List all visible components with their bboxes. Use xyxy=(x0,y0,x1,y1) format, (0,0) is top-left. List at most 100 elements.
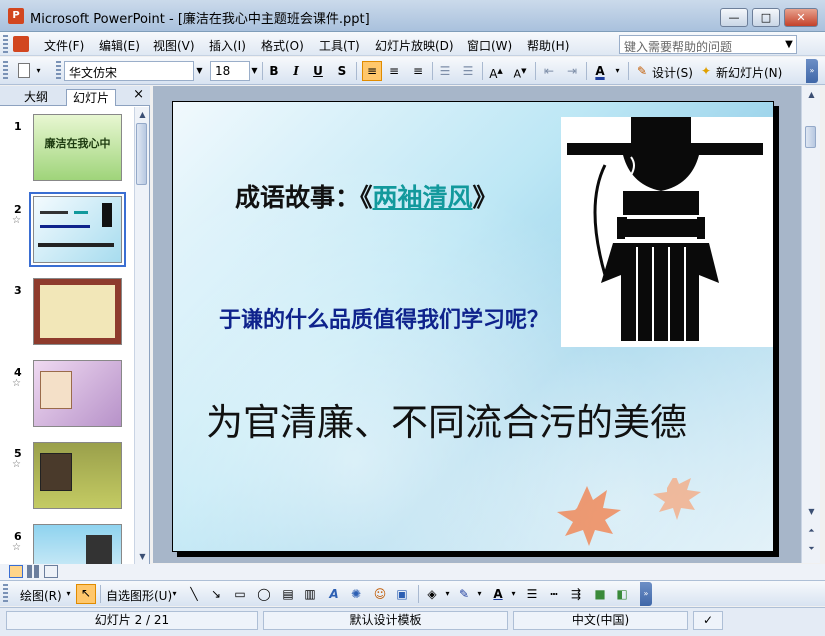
shadow-style-icon[interactable]: ■ xyxy=(592,586,608,602)
title-hyperlink[interactable]: 两袖清风 xyxy=(373,183,473,212)
slide-answer[interactable]: 为官清廉、不同流合污的美德 xyxy=(206,392,687,446)
align-right-icon[interactable]: ≡ xyxy=(410,63,426,79)
numbering-icon[interactable]: ☰ xyxy=(437,63,453,79)
wordart-icon[interactable]: A xyxy=(326,586,342,602)
menu-window[interactable]: 窗口(W) xyxy=(467,37,512,54)
pane-close-icon[interactable]: × xyxy=(133,87,144,102)
slide-thumbnail-2[interactable] xyxy=(29,192,126,267)
thumbnail-scrollbar[interactable]: ▲ ▼ xyxy=(134,107,149,564)
increase-indent-icon[interactable]: ⇥ xyxy=(564,63,580,79)
slide-thumbnail-6[interactable] xyxy=(33,524,122,564)
underline-button[interactable]: U xyxy=(310,63,326,79)
shadow-button[interactable]: S xyxy=(334,63,350,79)
fill-dropdown-icon[interactable]: ▾ xyxy=(441,584,454,604)
maximize-button[interactable]: □ xyxy=(752,8,780,27)
decrease-font-icon[interactable]: A▼ xyxy=(512,63,528,81)
align-center-icon[interactable]: ≡ xyxy=(386,63,402,79)
slideshow-view-icon[interactable] xyxy=(44,565,58,578)
line-color-dropdown-icon[interactable]: ▾ xyxy=(473,584,486,604)
slide-thumbnail-4[interactable] xyxy=(33,360,122,427)
help-dropdown-icon[interactable]: ▼ xyxy=(781,35,797,54)
new-slide-button[interactable]: 新幻灯片(N) xyxy=(716,64,782,81)
new-document-icon[interactable] xyxy=(18,63,30,78)
menu-edit[interactable]: 编辑(E) xyxy=(99,37,140,54)
minimize-button[interactable]: — xyxy=(720,8,748,27)
select-pointer-icon[interactable]: ↖ xyxy=(76,584,96,604)
slide-canvas[interactable]: 成语故事：《两袖清风》 于谦的什么品质值得我们学习呢？ 为官清廉、不同流合污的美… xyxy=(172,101,774,552)
textbox-icon[interactable]: ▤ xyxy=(280,586,296,602)
scroll-thumb[interactable] xyxy=(805,126,816,148)
align-left-icon[interactable]: ≡ xyxy=(362,61,382,81)
arrow-icon[interactable]: ↘ xyxy=(208,586,224,602)
autoshapes-dropdown-icon[interactable]: ▾ xyxy=(168,584,181,604)
font-name-dropdown-icon[interactable]: ▼ xyxy=(193,61,206,81)
normal-view-icon[interactable] xyxy=(9,565,23,578)
tab-slides[interactable]: 幻灯片 xyxy=(66,89,117,106)
italic-button[interactable]: I xyxy=(288,63,304,79)
menu-grip[interactable] xyxy=(3,35,8,53)
editor-scrollbar[interactable]: ▲ ▼ ⏶ ⏷ xyxy=(801,86,820,563)
spelling-status-icon[interactable]: ✓ xyxy=(693,611,723,630)
powerpoint-icon[interactable]: P xyxy=(8,8,24,24)
line-icon[interactable]: ╲ xyxy=(186,586,202,602)
toolbar-grip[interactable] xyxy=(3,61,8,81)
previous-slide-icon[interactable]: ⏶ xyxy=(804,523,819,538)
menu-file[interactable]: 文件(F) xyxy=(44,37,84,54)
toolbar-grip[interactable] xyxy=(3,584,8,604)
font-color-dropdown-icon[interactable]: ▾ xyxy=(611,61,624,81)
draw-font-color-dropdown-icon[interactable]: ▾ xyxy=(507,584,520,604)
slide-thumbnail-5[interactable] xyxy=(33,442,122,509)
dash-style-icon[interactable]: ┅ xyxy=(546,586,562,602)
scroll-up-icon[interactable]: ▲ xyxy=(135,107,150,122)
font-size-field[interactable]: 18 xyxy=(210,61,250,81)
slide-thumbnail-1[interactable]: 廉洁在我心中 xyxy=(33,114,122,181)
menu-view[interactable]: 视图(V) xyxy=(153,37,195,54)
menu-slideshow[interactable]: 幻灯片放映(D) xyxy=(375,37,454,54)
document-icon[interactable] xyxy=(13,36,29,52)
vertical-textbox-icon[interactable]: ▥ xyxy=(302,586,318,602)
tab-outline[interactable]: 大纲 xyxy=(18,89,54,106)
font-name-field[interactable]: 华文仿宋 xyxy=(64,61,194,81)
drawing-toolbar-options-icon[interactable]: » xyxy=(640,582,652,606)
picture-icon[interactable]: ▣ xyxy=(394,586,410,602)
menu-tools[interactable]: 工具(T) xyxy=(319,37,360,54)
line-color-icon[interactable]: ✎ xyxy=(456,586,472,602)
rectangle-icon[interactable]: ▭ xyxy=(232,586,248,602)
draw-dropdown-icon[interactable]: ▾ xyxy=(62,584,75,604)
oval-icon[interactable]: ◯ xyxy=(256,586,272,602)
clipart-icon[interactable]: ☺ xyxy=(372,586,388,602)
slide-question[interactable]: 于谦的什么品质值得我们学习呢？ xyxy=(219,302,549,334)
new-dropdown-icon[interactable]: ▾ xyxy=(34,61,43,81)
scroll-down-icon[interactable]: ▼ xyxy=(804,504,819,519)
draw-font-color-icon[interactable]: A xyxy=(490,586,506,602)
slide-title[interactable]: 成语故事：《两袖清风》 xyxy=(235,178,498,214)
slide-thumbnail-3[interactable] xyxy=(33,278,122,345)
design-button[interactable]: 设计(S) xyxy=(652,64,693,81)
autoshapes-button[interactable]: 自选图形(U) xyxy=(106,587,172,604)
close-button[interactable]: ✕ xyxy=(784,8,818,27)
toolbar-grip-2[interactable] xyxy=(56,61,61,81)
diagram-icon[interactable]: ✺ xyxy=(348,586,364,602)
3d-style-icon[interactable]: ◧ xyxy=(614,586,630,602)
new-slide-icon[interactable]: ✦ xyxy=(698,63,714,79)
font-color-icon[interactable]: A xyxy=(592,63,608,79)
line-style-icon[interactable]: ☰ xyxy=(524,586,540,602)
decrease-indent-icon[interactable]: ⇤ xyxy=(541,63,557,79)
font-size-dropdown-icon[interactable]: ▼ xyxy=(248,61,261,81)
menu-help[interactable]: 帮助(H) xyxy=(527,37,569,54)
bullets-icon[interactable]: ☰ xyxy=(460,63,476,79)
menu-insert[interactable]: 插入(I) xyxy=(209,37,246,54)
fill-color-icon[interactable]: ◈ xyxy=(424,586,440,602)
toolbar-options-icon[interactable]: » xyxy=(806,59,818,83)
help-search-input[interactable]: 键入需要帮助的问题 xyxy=(619,35,797,54)
scroll-thumb[interactable] xyxy=(136,123,147,185)
arrow-style-icon[interactable]: ⇶ xyxy=(568,586,584,602)
bold-button[interactable]: B xyxy=(266,63,282,79)
slide-sorter-view-icon[interactable] xyxy=(27,565,41,578)
scroll-up-icon[interactable]: ▲ xyxy=(804,87,819,102)
scroll-down-icon[interactable]: ▼ xyxy=(135,549,150,564)
menu-format[interactable]: 格式(O) xyxy=(261,37,304,54)
next-slide-icon[interactable]: ⏷ xyxy=(804,541,819,556)
draw-menu-button[interactable]: 绘图(R) xyxy=(20,587,62,604)
design-icon[interactable]: ✎ xyxy=(634,63,650,79)
